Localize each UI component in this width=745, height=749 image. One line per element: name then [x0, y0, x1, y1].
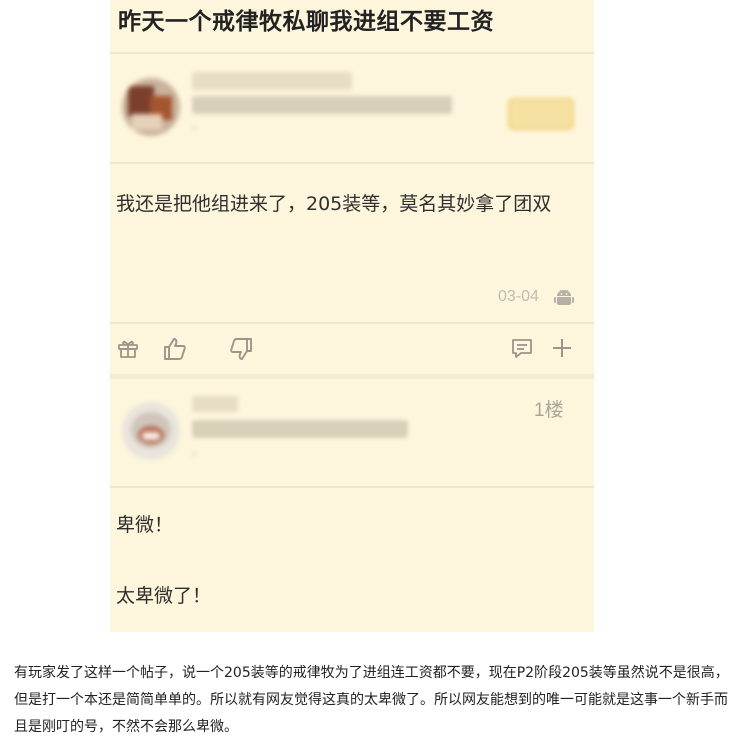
reply-text-line-2: 太卑微了！ [116, 585, 212, 607]
avatar[interactable] [122, 78, 180, 136]
blurred-dot [192, 452, 196, 456]
dislike-icon[interactable] [228, 336, 254, 362]
blurred-username [192, 72, 352, 90]
plus-icon[interactable] [550, 336, 574, 360]
post-content: 我还是把他组进来了，205装等，莫名其妙拿了团双 [116, 193, 552, 215]
divider [110, 322, 594, 324]
post-title: 昨天一个戒律牧私聊我进组不要工资 [118, 9, 494, 35]
article-caption: 有玩家发了这样一个帖子，说一个205装等的戒律牧为了进组连工资都不要，现在P2阶… [14, 665, 729, 735]
blurred-badge [508, 98, 574, 130]
blurred-username [192, 396, 238, 412]
divider [110, 486, 594, 488]
gift-icon[interactable] [116, 336, 140, 360]
section-divider [110, 374, 594, 379]
post-date: 03-04 [498, 288, 539, 305]
blurred-dot [192, 126, 196, 130]
like-icon[interactable] [162, 336, 188, 362]
avatar[interactable] [122, 402, 180, 460]
blurred-user-info [192, 96, 452, 114]
divider [110, 162, 594, 164]
blurred-user-info [192, 420, 408, 438]
reply-text-line-1: 卑微！ [116, 514, 174, 536]
comment-icon[interactable] [510, 336, 534, 360]
floor-number: 1楼 [534, 400, 564, 421]
post-screenshot-panel: 昨天一个戒律牧私聊我进组不要工资 我还是把他组进来了，205装等，莫名其妙拿了团… [110, 0, 594, 632]
android-icon [554, 289, 574, 305]
divider [110, 52, 594, 54]
